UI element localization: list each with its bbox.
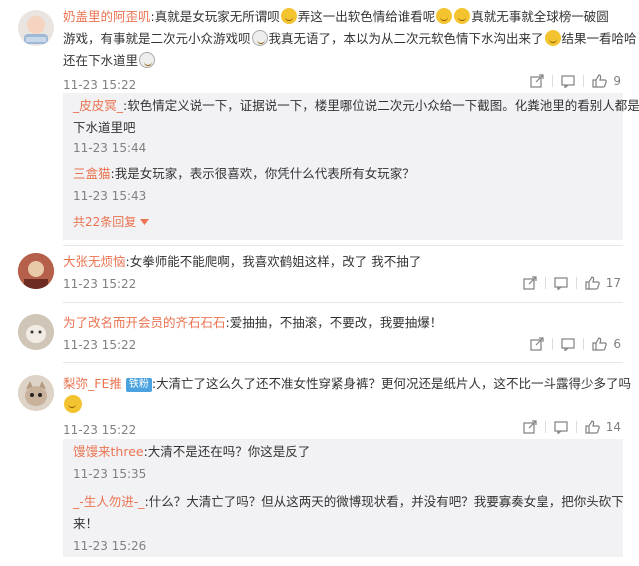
divider: [63, 302, 623, 303]
cry-emoji-icon: [251, 30, 268, 46]
comment-text: 爱抽抽，不抽滚，不要改，我要抽爆！: [229, 315, 443, 330]
like-button[interactable]: 6: [584, 335, 621, 353]
like-button[interactable]: 14: [577, 418, 621, 436]
reply-item: 馒馒来three:大清不是还在吗？你这是反了 11-23 15:35: [63, 439, 623, 483]
like-count: 9: [613, 74, 621, 88]
share-icon[interactable]: [515, 274, 545, 292]
comment-list: 奶盖里的阿歪叽:真就是女玩家无所谓呗 弄这一出软色情给谁看呢 真就无事就全球榜一破圆…: [0, 0, 639, 566]
divider: [63, 362, 623, 363]
avatar[interactable]: [18, 375, 54, 411]
username[interactable]: _-生人勿进-_: [73, 494, 145, 509]
like-button[interactable]: 17: [577, 274, 621, 292]
comment-icon[interactable]: [546, 418, 576, 436]
comment-text: 弄这一出软色情给谁看呢: [297, 9, 436, 24]
like-icon: [585, 276, 600, 290]
reply-text: 什么？大清亡了吗？但从这两天的微博现状看，并没有吧？我要寡奏女皇，把你头砍下: [148, 494, 624, 509]
grin-emoji-icon: [64, 395, 82, 413]
reply-text: 我是女玩家，表示很喜欢，你凭什么代表所有女玩家？: [114, 166, 415, 181]
share-icon[interactable]: [515, 418, 545, 436]
comment-text: 真就是女玩家无所谓呗: [154, 9, 280, 24]
grin-emoji-icon: [280, 8, 297, 24]
comment-text: 大清亡了这么久了还不准女性穿紧身裤？更何况还是纸片人，这不比一斗露得少多了吗: [156, 376, 632, 391]
reply-text: 软色情定义说一下，证据说一下，楼里哪位说二次元小众给一下截图。化粪池里的看别人都…: [127, 98, 639, 113]
comment-text: 真就无事就全球榜一破圆: [471, 9, 609, 24]
timestamp: 11-23 15:43: [73, 189, 147, 203]
username[interactable]: 梨弥_FE推: [63, 376, 122, 391]
reply-item: _皮皮冥_:软色情定义说一下，证据说一下，楼里哪位说二次元小众给一下截图。化粪池…: [73, 98, 639, 155]
username[interactable]: _皮皮冥_: [73, 98, 123, 113]
grin-emoji-icon: [544, 30, 561, 46]
username[interactable]: 三盒猫: [73, 166, 111, 181]
fan-badge: 铁粉: [125, 378, 152, 392]
chevron-down-icon: [140, 219, 150, 225]
cry-emoji-icon: [139, 52, 156, 68]
username[interactable]: 大张无烦恼: [63, 254, 126, 269]
comment-icon[interactable]: [553, 72, 583, 90]
like-button[interactable]: 9: [584, 72, 621, 90]
more-replies-link[interactable]: 共22条回复: [63, 213, 623, 230]
reply-text: 下水道里吧: [73, 120, 136, 135]
username[interactable]: 为了改名而开会员的齐石石石: [63, 315, 226, 330]
avatar[interactable]: [18, 314, 54, 350]
like-icon: [585, 420, 600, 434]
timestamp: 11-23 15:35: [73, 467, 147, 481]
comment-icon[interactable]: [553, 335, 583, 353]
timestamp: 11-23 15:44: [73, 141, 147, 155]
reply-list: _皮皮冥_:软色情定义说一下，证据说一下，楼里哪位说二次元小众给一下截图。化粪池…: [63, 93, 639, 240]
comment-text: 游戏，有事就是二次元小众游戏呗: [63, 31, 251, 46]
timestamp: 11-23 15:26: [73, 539, 147, 553]
avatar[interactable]: [18, 10, 54, 46]
comment-text: 结果一看哈哈: [561, 31, 637, 46]
grin-emoji-icon: [454, 8, 471, 24]
comment-text: 还在下水道里: [63, 53, 139, 68]
grin-emoji-icon: [436, 8, 453, 24]
reply-text: 大清不是还在吗？你这是反了: [147, 444, 311, 459]
comment-text: 我真无语了，本以为从二次元软色情下水沟出来了: [268, 31, 544, 46]
like-icon: [592, 337, 608, 351]
like-count: 17: [605, 276, 621, 290]
comment-text: 女拳师能不能爬啊，我喜欢鹤姐这样，改了 我不抽了: [129, 254, 422, 269]
reply-item: _-生人勿进-_:什么？大清亡了吗？但从这两天的微博现状看，并没有吧？我要寡奏女…: [73, 494, 624, 553]
username[interactable]: 奶盖里的阿歪叽: [63, 9, 151, 24]
more-replies-label: 共22条回复: [73, 215, 137, 229]
like-count: 6: [613, 337, 621, 351]
like-icon: [592, 74, 608, 88]
divider: [63, 245, 623, 246]
reply-item: 三盒猫:我是女玩家，表示很喜欢，你凭什么代表所有女玩家？ 11-23 15:43: [63, 163, 623, 205]
share-icon[interactable]: [522, 72, 552, 90]
share-icon[interactable]: [522, 335, 552, 353]
comment-icon[interactable]: [546, 274, 576, 292]
reply-list: 馒馒来three:大清不是还在吗？你这是反了 11-23 15:35 _-生人勿…: [63, 439, 624, 557]
like-count: 14: [605, 420, 621, 434]
avatar[interactable]: [18, 253, 54, 289]
username[interactable]: 馒馒来three: [73, 444, 144, 459]
reply-text: 来！: [73, 516, 99, 531]
